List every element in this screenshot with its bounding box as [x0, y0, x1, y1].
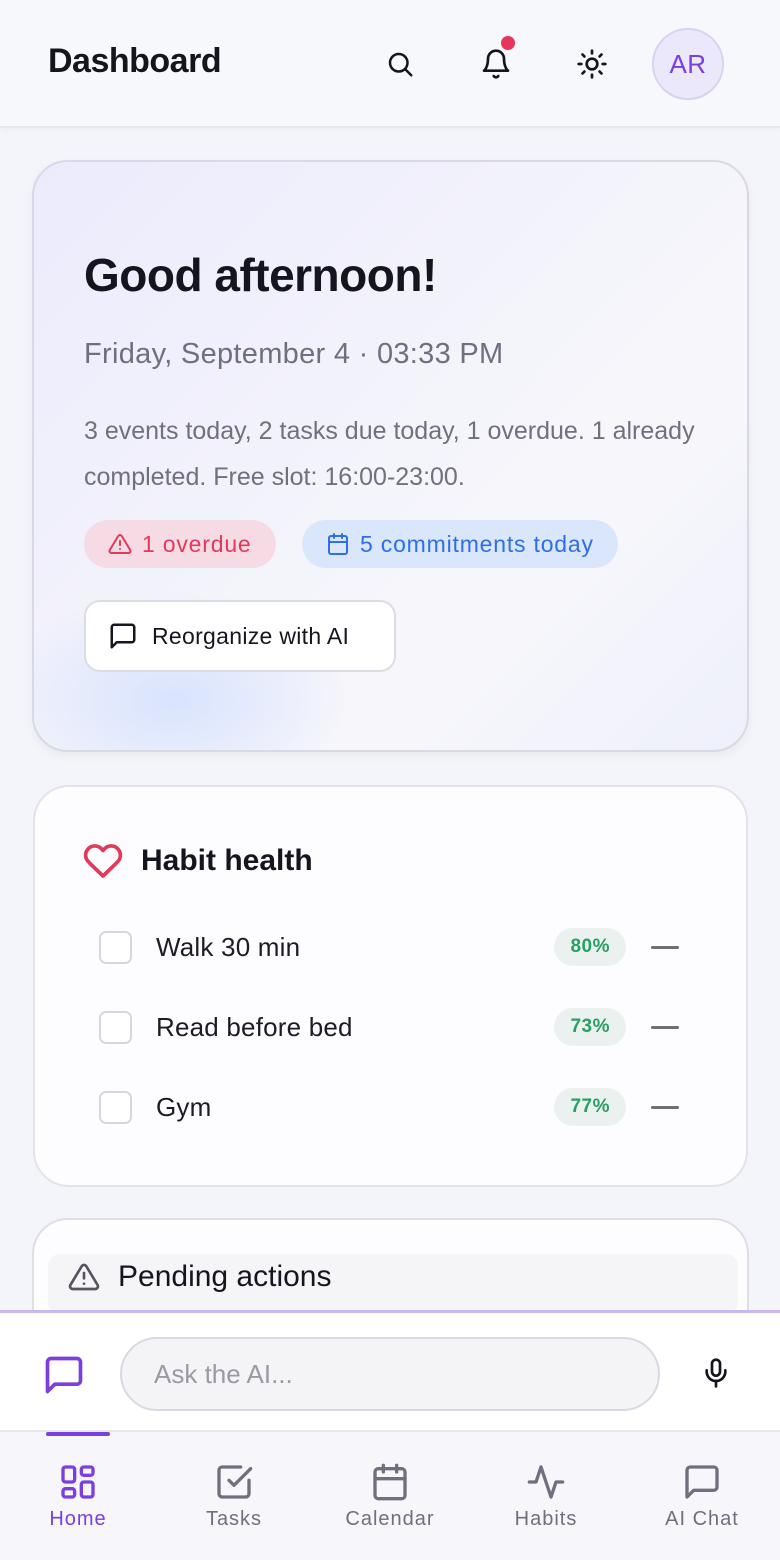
ai-composer-bar — [0, 1310, 780, 1432]
day-summary: 3 events today, 2 tasks due today, 1 ove… — [84, 417, 695, 491]
theme-toggle-button[interactable] — [572, 44, 612, 84]
habit-health-header: Habit health — [83, 841, 313, 881]
activity-icon — [527, 1465, 565, 1499]
message-square-icon — [110, 623, 136, 649]
habit-name: Gym — [156, 1091, 212, 1122]
app-page: Dashboard AR Good afternoon! Friday, Sep… — [0, 0, 780, 1560]
habit-health-card: Habit health Walk 30 min 80% Read before… — [33, 785, 748, 1187]
ask-ai-input[interactable] — [120, 1337, 660, 1411]
habit-checkbox[interactable] — [99, 930, 132, 964]
nav-item-tasks[interactable]: Tasks — [156, 1432, 312, 1560]
habit-row: Read before bed 73% — [99, 1005, 679, 1049]
nav-item-ai-chat[interactable]: AI Chat — [624, 1432, 780, 1560]
pending-actions-title: Pending actions — [118, 1260, 332, 1293]
nav-label: Home — [49, 1508, 107, 1530]
nav-item-home[interactable]: Home — [0, 1432, 156, 1560]
overdue-chip[interactable]: 1 overdue — [84, 520, 276, 568]
reorganize-with-ai-button[interactable]: Reorganize with AI — [84, 600, 396, 672]
commitments-chip-label: 5 commitments today — [360, 530, 594, 557]
microphone-icon[interactable] — [700, 1357, 732, 1389]
commitments-chip[interactable]: 5 commitments today — [302, 520, 618, 568]
habit-percent-badge: 77% — [554, 1088, 626, 1126]
chat-icon[interactable] — [42, 1353, 86, 1397]
alert-triangle-icon — [68, 1263, 100, 1291]
habit-minus-button[interactable] — [651, 945, 679, 949]
calendar-icon — [373, 1463, 407, 1501]
bell-icon — [482, 49, 510, 79]
nav-item-habits[interactable]: Habits — [468, 1432, 624, 1560]
habit-percent-badge: 80% — [554, 928, 626, 966]
user-avatar[interactable]: AR — [652, 28, 724, 100]
search-button[interactable] — [380, 44, 420, 84]
overdue-chip-label: 1 overdue — [142, 530, 252, 557]
current-date: Friday, September 4 · 03:33 PM — [84, 338, 504, 370]
bottom-navigation: Home Tasks Calendar Habits AI Chat — [0, 1432, 780, 1560]
habit-row: Walk 30 min 80% — [99, 925, 679, 969]
habit-minus-button[interactable] — [651, 1105, 679, 1109]
alert-triangle-icon — [108, 533, 132, 554]
checkbox-icon — [217, 1465, 253, 1499]
habit-minus-button[interactable] — [651, 1025, 679, 1029]
sun-icon — [577, 49, 607, 79]
reorganize-label: Reorganize with AI — [152, 622, 350, 649]
habit-checkbox[interactable] — [99, 1010, 132, 1044]
nav-label: Habits — [514, 1508, 578, 1530]
heart-icon — [83, 844, 123, 878]
search-icon — [388, 52, 413, 77]
pending-actions-header: Pending actions — [68, 1260, 332, 1294]
nav-label: Tasks — [205, 1508, 263, 1530]
habit-checkbox[interactable] — [99, 1090, 132, 1124]
greeting-title: Good afternoon! — [84, 249, 437, 301]
nav-item-calendar[interactable]: Calendar — [312, 1432, 468, 1560]
habit-name: Read before bed — [156, 1011, 353, 1042]
habit-row: Gym 77% — [99, 1085, 679, 1129]
notification-dot — [501, 36, 515, 50]
habit-health-title: Habit health — [141, 844, 313, 877]
habit-percent-badge: 73% — [554, 1008, 626, 1046]
greeting-card: Good afternoon! Friday, September 4 · 03… — [32, 160, 749, 752]
notifications-button[interactable] — [476, 36, 516, 84]
nav-label: AI Chat — [665, 1508, 739, 1530]
calendar-icon — [328, 533, 348, 555]
top-header: Dashboard AR — [0, 0, 780, 128]
grid-icon — [61, 1465, 95, 1499]
nav-label: Calendar — [345, 1508, 435, 1530]
habit-name: Walk 30 min — [156, 931, 301, 962]
chat-icon — [685, 1465, 719, 1499]
page-title: Dashboard — [48, 42, 222, 80]
